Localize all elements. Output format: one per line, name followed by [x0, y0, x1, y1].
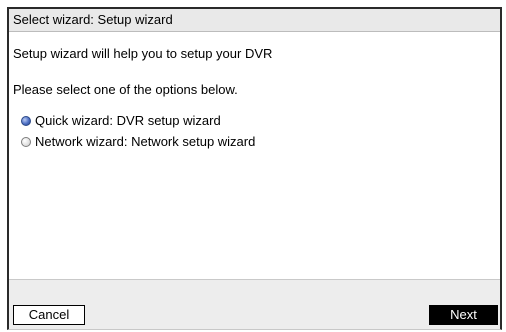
- option-network-wizard[interactable]: Network wizard: Network setup wizard: [21, 131, 255, 152]
- dialog-title-bar: Select wizard: Setup wizard: [9, 9, 500, 32]
- setup-wizard-dialog: Select wizard: Setup wizard Setup wizard…: [7, 7, 502, 330]
- wizard-options: Quick wizard: DVR setup wizard Network w…: [21, 110, 255, 152]
- radio-unselected-icon[interactable]: [21, 136, 31, 147]
- option-quick-wizard-label: Quick wizard: DVR setup wizard: [35, 113, 221, 128]
- radio-selected-icon[interactable]: [21, 115, 31, 126]
- option-network-wizard-label: Network wizard: Network setup wizard: [35, 134, 256, 149]
- option-quick-wizard[interactable]: Quick wizard: DVR setup wizard: [21, 110, 255, 131]
- dialog-title: Select wizard: Setup wizard: [13, 12, 173, 27]
- next-button[interactable]: Next: [429, 305, 498, 325]
- cancel-button[interactable]: Cancel: [13, 305, 85, 325]
- instruction-text: Please select one of the options below.: [13, 82, 238, 97]
- dialog-footer: Cancel Next: [9, 280, 500, 329]
- dialog-content: Setup wizard will help you to setup your…: [9, 32, 500, 280]
- intro-text: Setup wizard will help you to setup your…: [13, 46, 273, 61]
